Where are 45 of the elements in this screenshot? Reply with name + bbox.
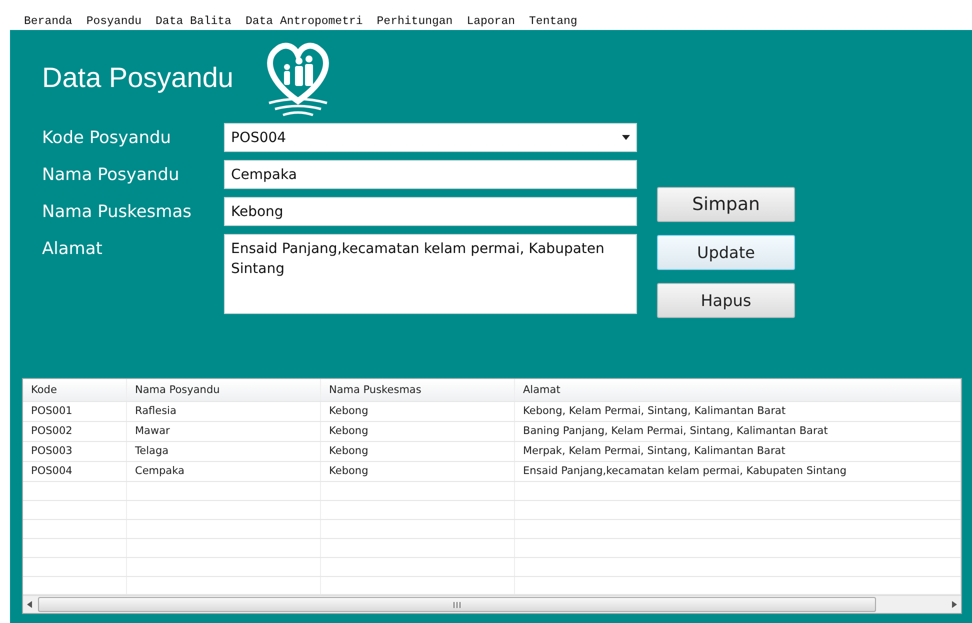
table-cell: Mawar — [127, 422, 321, 441]
textarea-field[interactable]: Ensaid Panjang,kecamatan kelam permai, Kabupaten Sintang — [224, 234, 637, 314]
scrollbar-thumb[interactable] — [38, 597, 876, 612]
menu-item[interactable]: Data Balita — [156, 14, 232, 28]
table-cell: Cempaka — [127, 462, 321, 481]
table-cell: Telaga — [127, 442, 321, 461]
table-cell: Raflesia — [127, 402, 321, 421]
action-button[interactable]: Update — [657, 235, 795, 270]
table-cell: Kebong — [321, 402, 515, 421]
menu-item[interactable]: Laporan — [466, 14, 516, 28]
field-label: Kode Posyandu — [42, 127, 172, 150]
table-cell: Kebong — [321, 462, 515, 481]
column-header: Nama Puskesmas — [321, 379, 515, 401]
page-title: Data Posyandu — [42, 62, 234, 94]
table-cell: POS004 — [23, 462, 127, 481]
menu-item[interactable]: Perhitungan — [376, 14, 453, 28]
column-header: Nama Posyandu — [127, 379, 321, 401]
table-cell: Merpak, Kelam Permai, Sintang, Kalimantan Barat — [515, 442, 961, 461]
field-label: Nama Puskesmas — [42, 201, 192, 224]
caret-icon — [622, 135, 630, 140]
menu-item[interactable]: Beranda — [24, 14, 72, 28]
table-cell: Ensaid Panjang,kecamatan kelam permai, Kabupaten Sintang — [515, 462, 961, 481]
dropdown-field[interactable]: POS004 — [224, 123, 637, 152]
input-field[interactable]: Cempaka — [224, 160, 637, 189]
scroll-right-icon[interactable] — [952, 601, 957, 608]
table-cell: POS001 — [23, 402, 127, 421]
table-cell: Kebong, Kelam Permai, Sintang, Kalimantan Barat — [515, 402, 961, 421]
grip-icon — [453, 602, 461, 608]
scroll-left-icon[interactable] — [27, 601, 32, 608]
input-field[interactable]: Kebong — [224, 197, 637, 226]
table-cell: POS003 — [23, 442, 127, 461]
action-button[interactable]: Hapus — [657, 283, 795, 318]
column-header: Kode — [23, 379, 127, 401]
horizontal-scrollbar[interactable] — [23, 595, 961, 613]
action-button[interactable]: Simpan — [657, 187, 795, 222]
column-header: Alamat — [515, 379, 961, 401]
menu-item[interactable]: Tentang — [529, 14, 578, 28]
table-cell: Kebong — [321, 422, 515, 441]
table-cell: Baning Panjang, Kelam Permai, Sintang, Kalimantan Barat — [515, 422, 961, 441]
table-cell: Kebong — [321, 442, 515, 461]
menu-item[interactable]: Posyandu — [86, 14, 142, 28]
table-cell: POS002 — [23, 422, 127, 441]
field-label: Alamat — [42, 238, 104, 261]
menu-item[interactable]: Data Antropometri — [245, 14, 363, 28]
field-label: Nama Posyandu — [42, 164, 180, 187]
